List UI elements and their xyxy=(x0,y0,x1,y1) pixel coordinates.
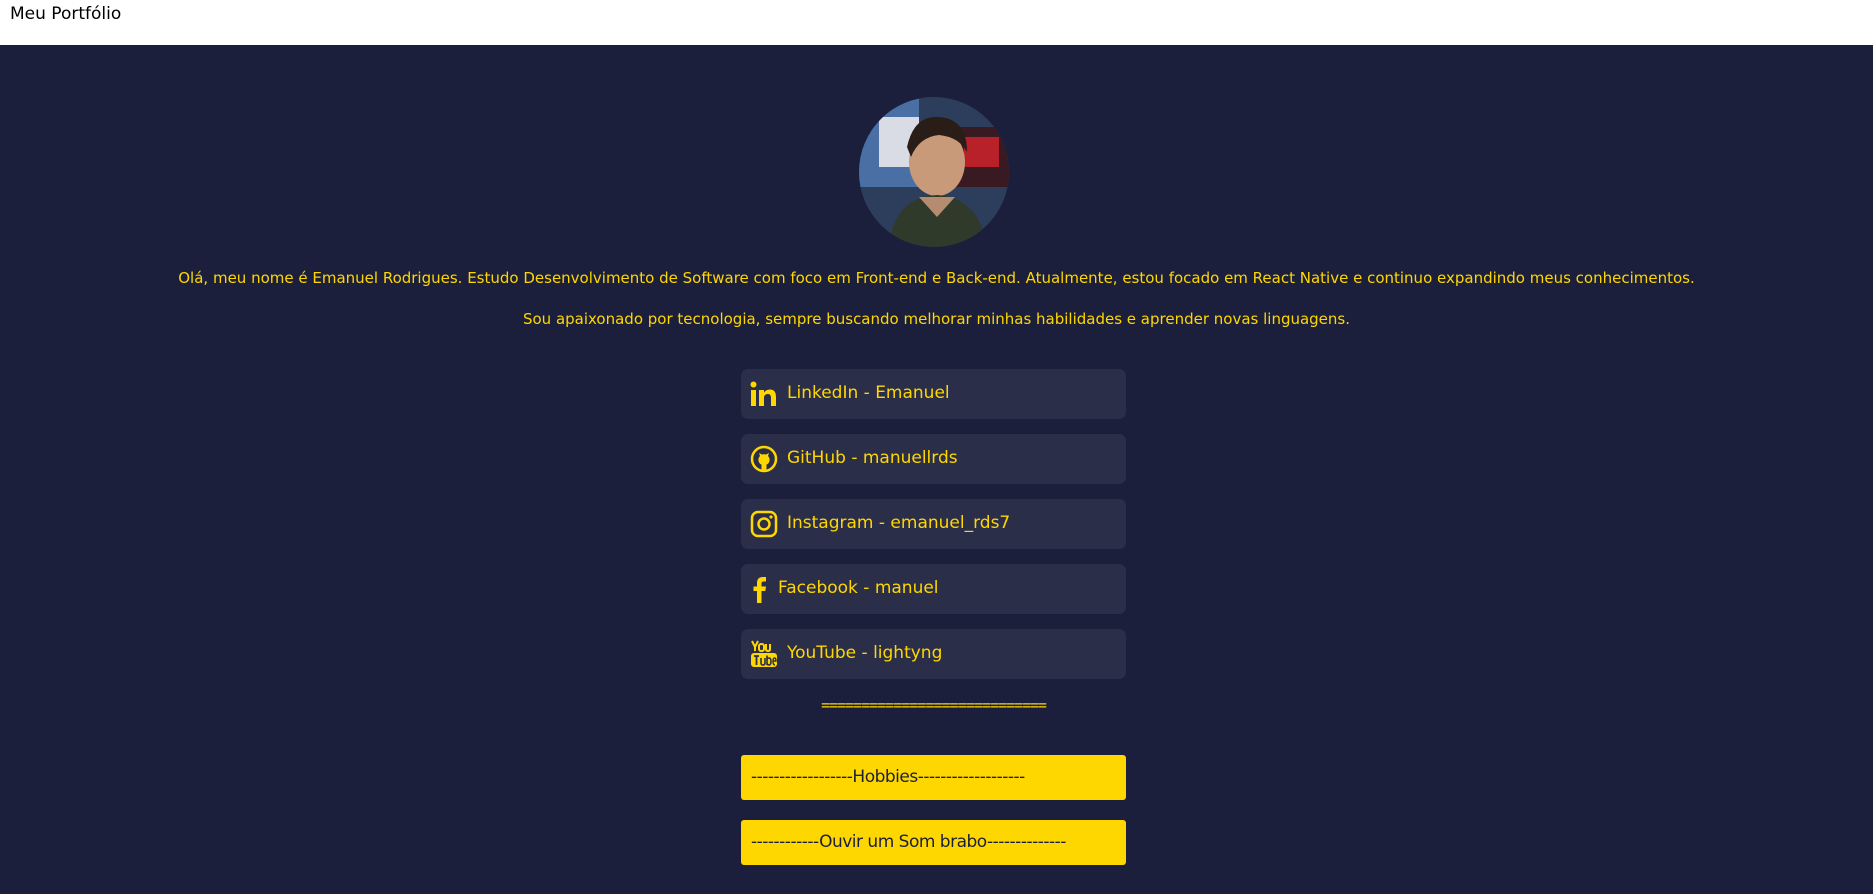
avatar-photo xyxy=(859,97,1009,247)
instagram-link-label: Instagram - emanuel_rds7 xyxy=(787,513,1011,533)
avatar xyxy=(859,97,1009,247)
page-title: Meu Portfólio xyxy=(10,4,122,24)
linkedin-link-label: LinkedIn - Emanuel xyxy=(787,383,950,403)
facebook-icon xyxy=(745,574,775,604)
facebook-link-label: Facebook - manuel xyxy=(778,578,939,598)
instagram-link[interactable]: Instagram - emanuel_rds7 xyxy=(741,499,1126,549)
intro-paragraph-2: Sou apaixonado por tecnologia, sempre bu… xyxy=(522,310,1351,328)
music-button[interactable]: ------------Ouvir um Som brabo----------… xyxy=(741,820,1126,865)
facebook-link[interactable]: Facebook - manuel xyxy=(741,564,1126,614)
youtube-icon xyxy=(749,639,779,669)
github-link[interactable]: GitHub - manuellrds xyxy=(741,434,1126,484)
section-divider: ============================ xyxy=(821,696,1047,714)
top-header-bar: Meu Portfólio xyxy=(0,0,1873,45)
instagram-icon xyxy=(749,509,779,539)
linkedin-link[interactable]: LinkedIn - Emanuel xyxy=(741,369,1126,419)
music-button-label: ------------Ouvir um Som brabo----------… xyxy=(751,832,1066,852)
intro-paragraph-1: Olá, meu nome é Emanuel Rodrigues. Estud… xyxy=(178,269,1695,287)
youtube-link-label: YouTube - lightyng xyxy=(787,643,943,663)
github-link-label: GitHub - manuellrds xyxy=(787,448,958,468)
linkedin-icon xyxy=(749,379,779,409)
youtube-link[interactable]: YouTube - lightyng xyxy=(741,629,1126,679)
main-content: Olá, meu nome é Emanuel Rodrigues. Estud… xyxy=(0,45,1873,894)
hobbies-button[interactable]: ------------------Hobbies---------------… xyxy=(741,755,1126,800)
github-icon xyxy=(749,444,779,474)
hobbies-button-label: ------------------Hobbies---------------… xyxy=(751,767,1025,787)
